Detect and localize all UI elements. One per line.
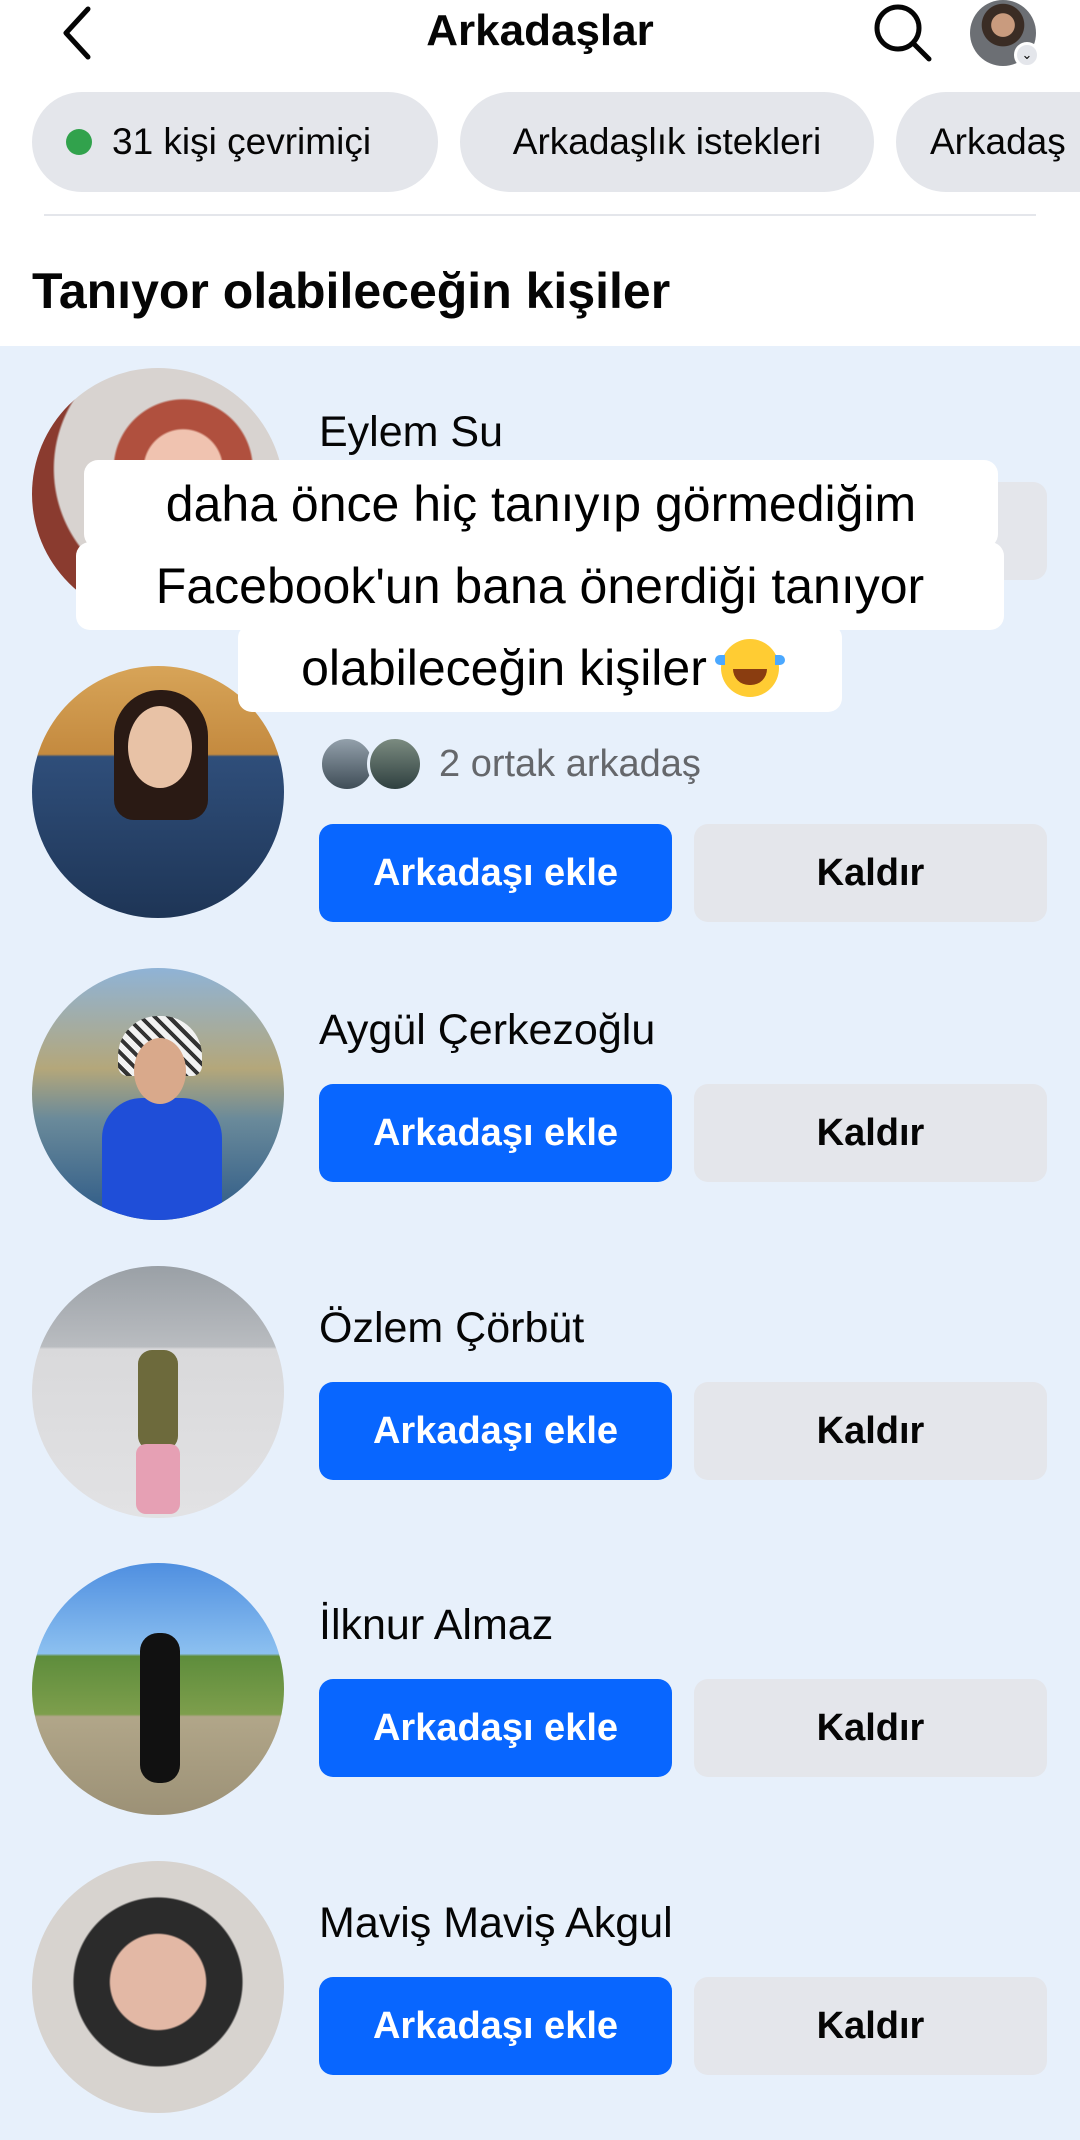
chip-friends[interactable]: Arkadaş [896,92,1080,192]
caption-line: Facebook'un bana önerdiği tanıyor [76,542,1004,630]
filter-chips: 31 kişi çevrimiçi Arkadaşlık istekleri A… [0,92,1080,192]
add-friend-button[interactable]: Arkadaşı ekle [319,1084,672,1182]
add-friend-button[interactable]: Arkadaşı ekle [319,1977,672,2075]
add-friend-button[interactable]: Arkadaşı ekle [319,1679,672,1777]
avatar[interactable] [32,1266,284,1518]
person-name[interactable]: Eylem Su [319,408,503,457]
laughing-tears-emoji-icon [714,639,785,697]
caption-overlay: daha önce hiç tanıyıp görmediğim Faceboo… [0,460,1080,732]
avatar[interactable] [32,1563,284,1815]
chip-online[interactable]: 31 kişi çevrimiçi [32,92,438,192]
remove-button[interactable]: Kaldır [694,1084,1047,1182]
avatar-photo-face [134,1038,186,1104]
mutual-friends-count: 2 ortak arkadaş [439,742,701,785]
remove-button[interactable]: Kaldır [694,1382,1047,1480]
chip-online-label: 31 kişi çevrimiçi [112,121,372,162]
caption-line-last: olabileceğin kişiler [238,624,842,712]
list-item: İlknur Almaz Arkadaşı ekle Kaldır [0,1547,1080,1815]
avatar-photo-figure [140,1633,180,1783]
add-friend-button[interactable]: Arkadaşı ekle [319,824,672,922]
avatar[interactable] [32,968,284,1220]
avatar-photo-figure [138,1350,178,1450]
caption-line: daha önce hiç tanıyıp görmediğim [84,460,998,548]
top-bar: Arkadaşlar ⌄ [0,0,1080,70]
mutual-friends[interactable]: 2 ortak arkadaş [319,736,701,792]
chevron-down-icon: ⌄ [1014,42,1040,68]
person-name[interactable]: Özlem Çörbüt [319,1304,584,1353]
divider [44,214,1036,216]
chip-friend-requests[interactable]: Arkadaşlık istekleri [460,92,874,192]
avatar-photo-body [102,1098,222,1220]
profile-avatar-button[interactable]: ⌄ [970,0,1040,68]
search-icon [874,4,932,62]
person-name[interactable]: Maviş Maviş Akgul [319,1899,673,1948]
section-title: Tanıyor olabileceğin kişiler [32,263,671,319]
remove-button[interactable]: Kaldır [694,1977,1047,2075]
chip-friends-label: Arkadaş [930,121,1066,162]
mutual-avatar [367,736,423,792]
avatar-photo-legs [136,1444,180,1514]
list-item: Özlem Çörbüt Arkadaşı ekle Kaldır [0,1250,1080,1518]
caption-line-text: olabileceğin kişiler [301,640,707,696]
person-name[interactable]: İlknur Almaz [319,1601,553,1650]
remove-button[interactable]: Kaldır [694,824,1047,922]
chip-friend-requests-label: Arkadaşlık istekleri [512,121,822,162]
list-item: Maviş Maviş Akgul Arkadaşı ekle Kaldır [0,1845,1080,2113]
search-button[interactable] [868,0,938,66]
remove-button[interactable]: Kaldır [694,1679,1047,1777]
person-name[interactable]: Aygül Çerkezoğlu [319,1006,655,1055]
avatar[interactable] [32,1861,284,2113]
add-friend-button[interactable]: Arkadaşı ekle [319,1382,672,1480]
list-item: Aygül Çerkezoğlu Arkadaşı ekle Kaldır [0,952,1080,1220]
online-dot-icon [66,129,92,155]
